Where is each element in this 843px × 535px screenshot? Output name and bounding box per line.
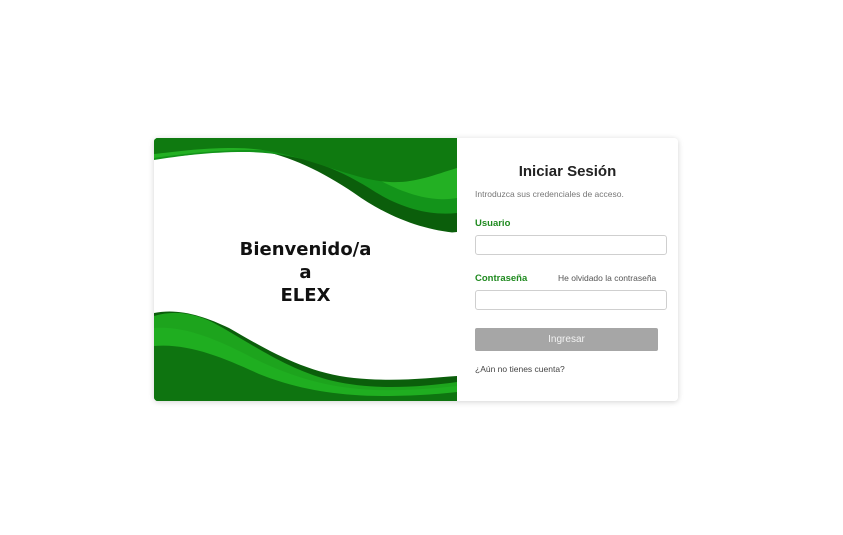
welcome-line-2: a <box>299 262 312 283</box>
welcome-heading: Bienvenido/a a ELEX <box>154 238 457 307</box>
login-subtitle: Introduzca sus credenciales de acceso. <box>475 189 624 199</box>
signup-link[interactable]: ¿Aún no tienes cuenta? <box>475 364 565 374</box>
submit-button[interactable]: Ingresar <box>475 328 658 351</box>
forgot-password-link[interactable]: He olvidado la contraseña <box>558 273 656 283</box>
welcome-panel: Bienvenido/a a ELEX <box>154 138 457 401</box>
login-form: Iniciar Sesión Introduzca sus credencial… <box>457 138 678 401</box>
login-title: Iniciar Sesión <box>518 163 617 180</box>
username-input[interactable] <box>475 235 667 255</box>
welcome-line-3: ELEX <box>280 285 331 306</box>
username-label: Usuario <box>475 218 511 229</box>
password-input[interactable] <box>475 290 667 310</box>
password-label: Contraseña <box>475 273 528 284</box>
login-card: Bienvenido/a a ELEX Iniciar Sesión Intro… <box>154 138 678 401</box>
welcome-line-1: Bienvenido/a <box>239 239 372 260</box>
